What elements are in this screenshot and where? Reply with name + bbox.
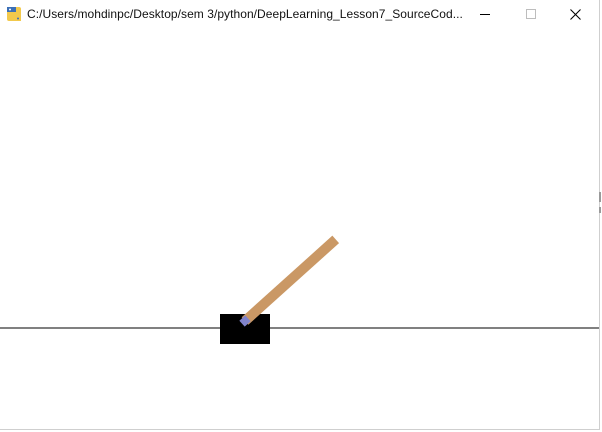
pole — [241, 235, 340, 325]
python-icon — [6, 6, 22, 22]
close-button[interactable] — [552, 0, 598, 28]
window-edge-fragment — [599, 207, 601, 213]
close-icon — [569, 8, 581, 20]
minimize-button[interactable] — [462, 0, 508, 28]
window-title: C:/Users/mohdinpc/Desktop/sem 3/python/D… — [27, 7, 463, 21]
title-bar[interactable]: C:/Users/mohdinpc/Desktop/sem 3/python/D… — [0, 0, 599, 28]
maximize-button[interactable] — [508, 0, 554, 28]
window-edge-fragment — [599, 192, 601, 202]
cartpole-scene — [0, 235, 599, 344]
maximize-icon — [526, 9, 536, 19]
minimize-icon — [480, 9, 490, 19]
app-window: C:/Users/mohdinpc/Desktop/sem 3/python/D… — [0, 0, 600, 430]
render-canvas — [0, 28, 599, 429]
